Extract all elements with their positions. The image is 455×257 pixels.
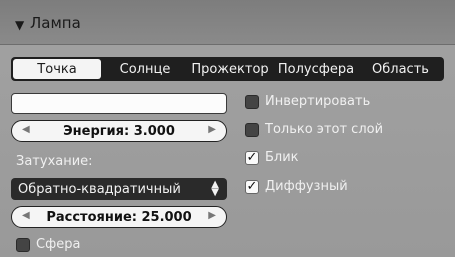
triangle-down-icon[interactable]: ▼	[15, 18, 24, 32]
specular-checkbox[interactable]: ✓	[245, 150, 259, 165]
decrement-arrow-icon[interactable]: ◀	[22, 210, 30, 221]
distance-field[interactable]: ◀ Расстояние: 25.000 ▶	[11, 206, 227, 228]
energy-label: Энергия: 3.000	[63, 123, 175, 139]
decrement-arrow-icon[interactable]: ◀	[22, 124, 30, 135]
tab-hemi[interactable]: Полусфера	[273, 57, 359, 81]
diffuse-checkbox[interactable]: ✓	[245, 179, 259, 194]
sphere-option[interactable]: Сфера	[16, 237, 80, 252]
updown-arrows-icon: ▲ ▼	[211, 179, 219, 198]
invert-option[interactable]: Инвертировать	[245, 94, 370, 109]
falloff-selected: Обратно-квадратичный	[18, 181, 181, 197]
specular-label: Блик	[265, 150, 299, 165]
this-layer-only-label: Только этот слой	[265, 122, 384, 137]
sphere-label: Сфера	[36, 237, 81, 252]
energy-field[interactable]: ◀ Энергия: 3.000 ▶	[11, 120, 227, 142]
lamp-panel: ▼ Лампа Точка Солнце Прожектор Полусфера…	[0, 0, 455, 257]
distance-label: Расстояние: 25.000	[46, 209, 192, 225]
falloff-dropdown[interactable]: Обратно-квадратичный ▲ ▼	[11, 178, 227, 200]
tab-area[interactable]: Область	[359, 57, 442, 81]
panel-title: Лампа	[30, 14, 81, 32]
tab-sun[interactable]: Солнце	[103, 57, 187, 81]
diffuse-label: Диффузный	[265, 179, 348, 194]
falloff-label: Затухание:	[16, 154, 93, 169]
increment-arrow-icon[interactable]: ▶	[208, 210, 216, 221]
invert-label: Инвертировать	[265, 94, 371, 109]
lamp-type-tabs: Точка Солнце Прожектор Полусфера Область	[11, 57, 444, 81]
invert-checkbox[interactable]	[245, 94, 259, 109]
sphere-checkbox[interactable]	[16, 237, 30, 252]
tab-spot[interactable]: Прожектор	[187, 57, 273, 81]
this-layer-only-checkbox[interactable]	[245, 122, 259, 137]
increment-arrow-icon[interactable]: ▶	[208, 124, 216, 135]
lamp-color-field[interactable]	[11, 93, 227, 114]
this-layer-only-option[interactable]: Только этот слой	[245, 122, 383, 137]
specular-option[interactable]: ✓ Блик	[245, 150, 299, 165]
panel-header[interactable]: ▼ Лампа	[0, 0, 455, 45]
tab-point[interactable]: Точка	[13, 59, 101, 79]
diffuse-option[interactable]: ✓ Диффузный	[245, 179, 348, 194]
